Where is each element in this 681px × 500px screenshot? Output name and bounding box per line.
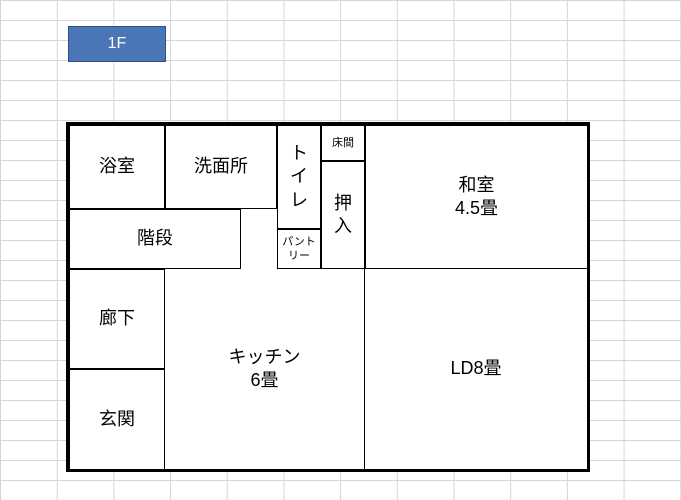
room-stairs: 階段 — [69, 209, 241, 269]
room-ld-label: LD8畳 — [450, 357, 501, 380]
room-toilet-l3: レ — [290, 189, 308, 212]
room-washroom: 洗面所 — [165, 125, 277, 209]
floor-badge: 1F — [68, 26, 166, 62]
room-bath-label: 浴室 — [99, 155, 135, 178]
room-kitchen-l2: 6畳 — [250, 369, 278, 392]
room-stairs-label: 階段 — [137, 227, 173, 250]
room-toilet-l2: イ — [290, 165, 308, 188]
room-kitchen-l1: キッチン — [229, 346, 301, 369]
room-toilet: ト イ レ — [277, 125, 321, 229]
room-bath: 浴室 — [69, 125, 165, 209]
room-kitchen: キッチン 6畳 — [165, 269, 365, 469]
room-corridor-label: 廊下 — [99, 307, 135, 330]
room-tokonoma: 床間 — [321, 125, 365, 161]
room-oshiire: 押 入 — [321, 161, 365, 269]
room-oshiire-l1: 押 — [334, 192, 352, 215]
room-oshiire-l2: 入 — [334, 215, 352, 238]
room-tokonoma-label: 床間 — [332, 136, 354, 150]
room-washitsu: 和室 4.5畳 — [365, 125, 587, 269]
floor-badge-label: 1F — [108, 35, 127, 53]
room-washitsu-l1: 和室 — [459, 174, 495, 197]
room-genkan: 玄関 — [69, 369, 165, 469]
room-washitsu-l2: 4.5畳 — [455, 197, 498, 220]
room-pantry: パント リー — [277, 229, 321, 269]
room-washroom-label: 洗面所 — [194, 155, 248, 178]
room-toilet-l1: ト — [290, 142, 308, 165]
room-ld: LD8畳 — [365, 269, 587, 469]
room-pantry-l2: リー — [288, 249, 310, 263]
room-genkan-label: 玄関 — [99, 408, 135, 431]
floor-plan: 浴室 洗面所 ト イ レ パント リー 床間 押 入 和室 4.5畳 階段 廊下… — [66, 122, 590, 472]
room-pantry-l1: パント — [282, 235, 316, 249]
room-corridor: 廊下 — [69, 269, 165, 369]
